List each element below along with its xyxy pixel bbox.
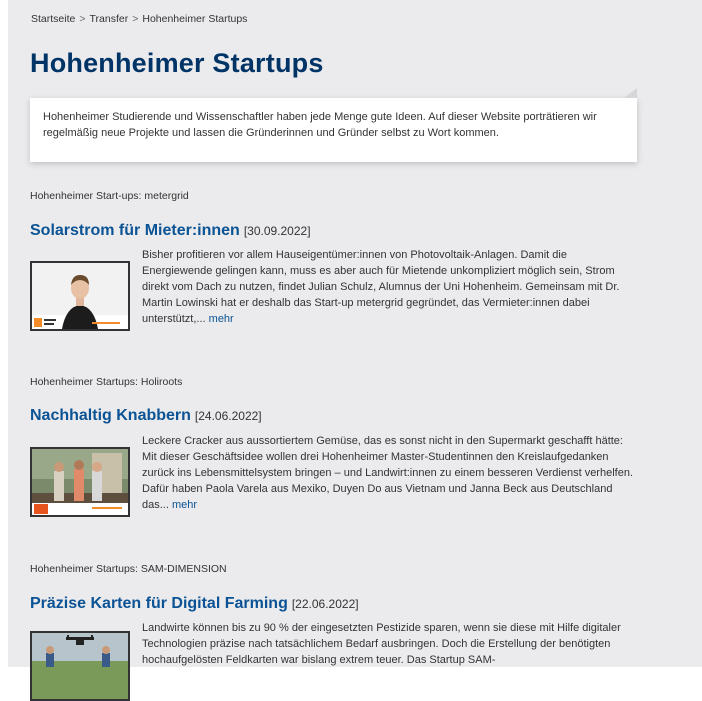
breadcrumb-separator: >	[132, 13, 139, 25]
article-teaser: Leckere Cracker aus aussortiertem Gemüse…	[142, 433, 636, 513]
article-teaser: Landwirte können bis zu 90 % der eingese…	[142, 620, 636, 668]
article-title-link[interactable]: Nachhaltig Knabbern	[30, 407, 191, 424]
article-title-row: Solarstrom für Mieter:innen [30.09.2022]	[30, 222, 311, 240]
article-teaser-text: Landwirte können bis zu 90 % der eingese…	[142, 622, 621, 666]
intro-fold-corner	[624, 88, 637, 98]
breadcrumb-home-link[interactable]: Startseite	[31, 13, 75, 25]
article-thumbnail[interactable]	[30, 261, 130, 331]
page-title: Hohenheimer Startups	[30, 48, 324, 78]
article-date: [24.06.2022]	[194, 409, 262, 423]
startup-badge-icon	[34, 318, 42, 327]
startup-badge-icon	[34, 504, 48, 514]
article-teaser: Bisher profitieren vor allem Hauseigentü…	[142, 247, 636, 327]
article-holiroots: Hohenheimer Startups: Holiroots Nachhalt…	[30, 376, 640, 517]
article-teaser-text: Leckere Cracker aus aussortiertem Gemüse…	[142, 435, 633, 511]
intro-box: Hohenheimer Studierende und Wissenschaft…	[30, 88, 637, 162]
breadcrumb-current: Hohenheimer Startups	[142, 13, 248, 25]
read-more-link[interactable]: mehr	[209, 313, 234, 325]
article-date: [22.06.2022]	[291, 597, 359, 611]
article-thumbnail[interactable]	[30, 447, 130, 517]
read-more-link[interactable]: mehr	[172, 499, 197, 511]
article-kicker: Hohenheimer Start-ups: metergrid	[30, 190, 189, 202]
article-kicker: Hohenheimer Startups: Holiroots	[30, 376, 183, 388]
article-metergrid: Hohenheimer Start-ups: metergrid Solarst…	[30, 190, 640, 331]
article-title-link[interactable]: Solarstrom für Mieter:innen	[30, 222, 240, 239]
holiroots-group-image	[32, 449, 128, 515]
metergrid-portrait-image	[32, 263, 128, 329]
article-thumbnail[interactable]	[30, 631, 130, 701]
article-kicker: Hohenheimer Startups: SAM-DIMENSION	[30, 563, 227, 575]
article-title-row: Nachhaltig Knabbern [24.06.2022]	[30, 407, 262, 425]
article-sam-dimension: Hohenheimer Startups: SAM-DIMENSION Präz…	[30, 563, 640, 701]
page-content: Startseite > Transfer > Hohenheimer Startups…	[8, 0, 702, 701]
article-title-link[interactable]: Präzise Karten für Digital Farming	[30, 595, 288, 612]
breadcrumb-transfer-link[interactable]: Transfer	[90, 13, 129, 25]
sam-dimension-drone-image	[32, 633, 128, 699]
article-title-row: Präzise Karten für Digital Farming [22.06…	[30, 595, 359, 613]
intro-text: Hohenheimer Studierende und Wissenschaft…	[43, 111, 597, 139]
breadcrumb: Startseite > Transfer > Hohenheimer Startups	[31, 13, 247, 25]
breadcrumb-separator: >	[79, 13, 86, 25]
article-date: [30.09.2022]	[243, 224, 311, 238]
